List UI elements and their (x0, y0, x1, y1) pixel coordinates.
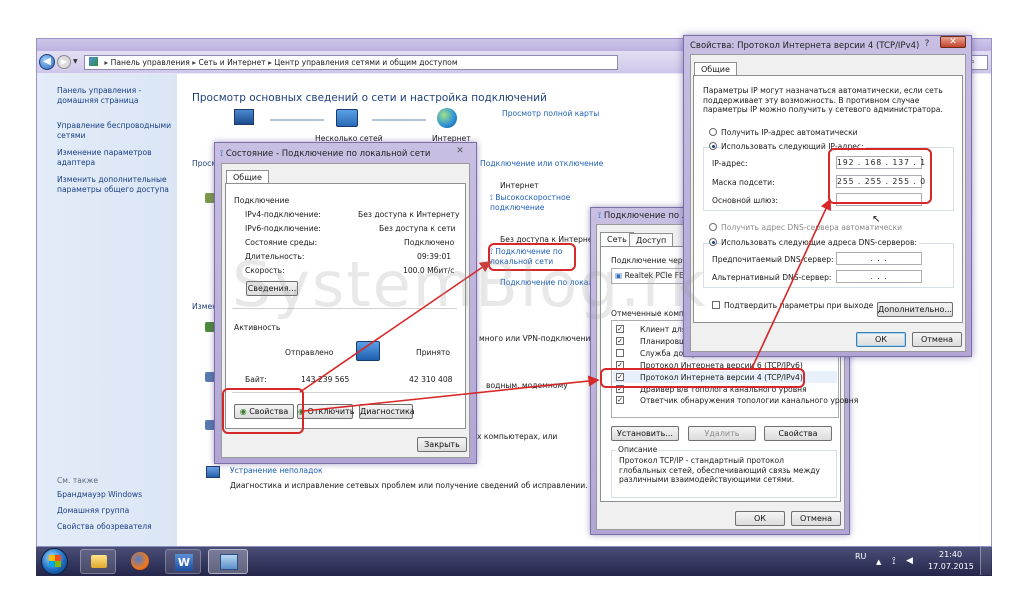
word-icon: W (175, 554, 193, 571)
taskbar-explorer-button[interactable] (80, 549, 116, 574)
taskbar-network-center-button[interactable] (208, 549, 248, 574)
taskbar-firefox-button[interactable] (122, 549, 158, 574)
language-indicator[interactable]: RU (855, 552, 866, 561)
tray-network-icon[interactable]: ⟟ (892, 556, 896, 567)
show-desktop-button[interactable] (980, 547, 991, 575)
watermark: SystemBlog.rk (232, 248, 708, 321)
tray-arrow-icon[interactable]: ▲ (876, 558, 881, 566)
arrow-to-ip-fields (751, 198, 832, 369)
windows-logo-icon (49, 555, 61, 567)
clock-date[interactable]: 17.07.2015 (928, 562, 974, 571)
start-button[interactable] (41, 548, 68, 575)
clock-time[interactable]: 21:40 (939, 550, 962, 559)
screenshot: { "explorer": { "breadcrumb": ["Панель у… (0, 0, 1024, 610)
taskbar-word-button[interactable]: W (165, 549, 201, 574)
network-center-icon (220, 554, 238, 570)
arrow-to-ipv4-item (303, 375, 600, 412)
tray-volume-icon[interactable]: ◀ (906, 556, 913, 566)
firefox-icon (131, 552, 149, 570)
folder-icon (91, 555, 107, 568)
